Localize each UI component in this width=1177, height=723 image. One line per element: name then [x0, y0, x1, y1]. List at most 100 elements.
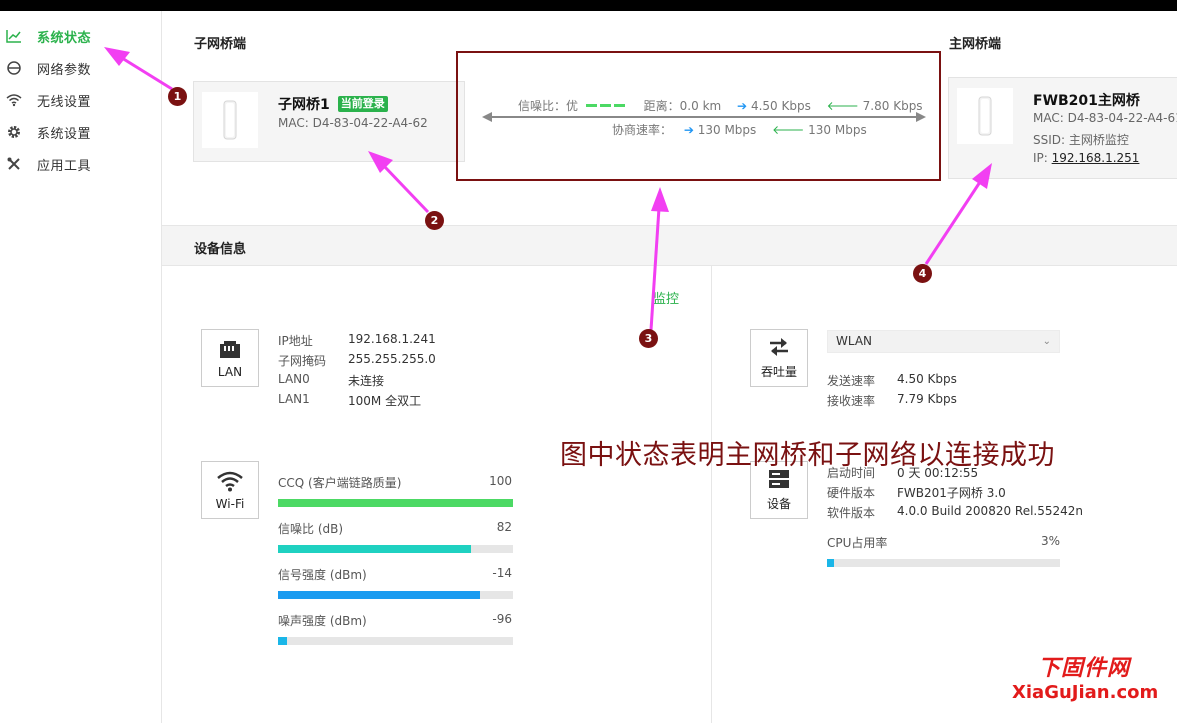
- lan-value: 192.168.1.241: [348, 332, 436, 346]
- bridge-device-image: [202, 92, 258, 148]
- snr-bar-value: 82: [496, 520, 512, 534]
- lan-value: 100M 全双工: [348, 394, 422, 408]
- main-bridge-ip: IP: 192.168.1.251: [1033, 151, 1139, 165]
- lan-key: IP地址: [278, 334, 313, 348]
- bridge-device-image: [957, 88, 1013, 144]
- watermark-bottom: XiaGuJian.com: [1012, 682, 1159, 703]
- noise-label: 噪声强度 (dBm): [278, 614, 367, 628]
- tx-arrow-icon: ➔: [737, 99, 748, 113]
- tx-negotiated: 130 Mbps: [697, 123, 757, 137]
- device-key: 软件版本: [827, 506, 876, 520]
- window-top-bar: [0, 0, 1177, 11]
- main-bridge-mac: MAC: D4-83-04-22-A4-61: [1033, 111, 1177, 125]
- snr-bar-fill: [278, 545, 471, 553]
- tools-icon: [6, 156, 22, 172]
- wifi-icon-box: Wi-Fi: [201, 461, 259, 519]
- sidebar-item-label: 应用工具: [37, 158, 92, 174]
- annotation-text: 图中状态表明主网桥和子网络以连接成功: [560, 440, 1055, 471]
- watermark: 下固件网 XiaGuJian.com: [1012, 650, 1172, 720]
- tx-rate: 4.50 Kbps: [750, 99, 811, 113]
- noise-bar: [278, 637, 513, 645]
- link-row-2: 协商速率： ➔ 130 Mbps 🡐 130 Mbps: [612, 121, 867, 138]
- interface-select[interactable]: WLAN ⌄: [827, 330, 1060, 353]
- main-bridge-card: FWB201主网桥 MAC: D4-83-04-22-A4-61 SSID: 主…: [948, 77, 1177, 179]
- sidebar-item-label: 网络参数: [37, 62, 92, 78]
- main-bridge-ip-link[interactable]: 192.168.1.251: [1052, 151, 1140, 165]
- main-bridge-title: 主网桥端: [949, 37, 1002, 52]
- snr-label: 信噪比：优: [518, 99, 579, 113]
- sidebar-item-wireless[interactable]: 无线设置: [0, 86, 161, 114]
- device-key: 硬件版本: [827, 486, 876, 500]
- link-status-box: [456, 51, 941, 181]
- ccq-label: CCQ (客户端链路质量): [278, 476, 402, 490]
- sidebar: 系统状态 网络参数 无线设置 系统设置 应用工具: [0, 11, 162, 723]
- cpu-bar: [827, 559, 1060, 567]
- noise-bar-fill: [278, 637, 288, 645]
- client-bridge-name: 子网桥1 当前登录: [278, 94, 388, 114]
- throughput-value: 7.79 Kbps: [897, 392, 957, 406]
- main-bridge-ssid: SSID: 主网桥监控: [1033, 133, 1129, 147]
- sidebar-item-network-params[interactable]: 网络参数: [0, 54, 161, 82]
- lan-key: 子网掩码: [278, 354, 327, 368]
- annotation-marker-2: 2: [425, 211, 444, 230]
- sidebar-item-system-settings[interactable]: 系统设置: [0, 118, 161, 146]
- chart-line-icon: [6, 28, 22, 44]
- sidebar-item-label: 无线设置: [37, 94, 92, 110]
- client-bridge-card: 子网桥1 当前登录 MAC: D4-83-04-22-A4-62: [193, 81, 465, 162]
- annotation-marker-4: 4: [913, 264, 932, 283]
- throughput-value: 4.50 Kbps: [897, 372, 957, 386]
- lan-icon-box: LAN: [201, 329, 259, 387]
- negotiated-label: 协商速率：: [612, 123, 673, 137]
- rx-arrow-icon: 🡐: [826, 99, 859, 113]
- snr-indicator: [585, 103, 626, 107]
- lan-key: LAN0: [278, 372, 310, 386]
- snr-bar-label: 信噪比 (dB): [278, 522, 344, 536]
- device-caption: 设备: [766, 497, 791, 511]
- sidebar-item-label: 系统设置: [37, 126, 92, 142]
- interface-select-value: WLAN: [836, 334, 873, 348]
- device-value: 4.0.0 Build 200820 Rel.55242n: [897, 504, 1084, 518]
- signal-strength-label: 信号强度 (dBm): [278, 568, 367, 582]
- device-info-title: 设备信息: [194, 242, 247, 257]
- cpu-bar-fill: [827, 559, 834, 567]
- signal-strength-bar-fill: [278, 591, 481, 599]
- monitor-link[interactable]: 监控: [653, 288, 679, 307]
- chevron-down-icon: ⌄: [1042, 336, 1051, 347]
- rx-rate: 7.80 Kbps: [862, 99, 923, 113]
- sidebar-item-app-tools[interactable]: 应用工具: [0, 150, 161, 178]
- snr-bar: [278, 545, 513, 553]
- throughput-key: 发送速率: [827, 374, 876, 388]
- sidebar-item-system-status[interactable]: 系统状态: [0, 22, 161, 50]
- cpu-label: CPU占用率: [827, 536, 888, 550]
- ccq-value: 100: [489, 474, 512, 488]
- annotation-marker-1: 1: [168, 87, 187, 106]
- lan-caption: LAN: [217, 364, 243, 379]
- distance-text: 距离：0.0 km: [643, 99, 722, 113]
- device-info-header: [162, 225, 1177, 266]
- annotation-marker-3: 3: [639, 329, 658, 348]
- rx-negotiated: 130 Mbps: [808, 123, 867, 137]
- ip-label: IP:: [1033, 151, 1052, 165]
- column-divider: [711, 266, 712, 723]
- watermark-top: 下固件网: [1038, 656, 1131, 681]
- gear-icon: [6, 124, 22, 140]
- current-login-badge: 当前登录: [337, 96, 388, 112]
- noise-value: -96: [492, 612, 512, 626]
- throughput-icon-box: 吞吐量: [750, 329, 808, 387]
- cpu-value: 3%: [1040, 534, 1060, 548]
- annotation-arrow-2: [382, 164, 430, 214]
- link-row-1: 信噪比：优 距离：0.0 km ➔ 4.50 Kbps 🡐 7.80 Kbps: [518, 97, 923, 114]
- main-bridge-name: FWB201主网桥: [1033, 93, 1140, 109]
- annotation-arrowhead-3: [651, 187, 669, 212]
- signal-strength-bar: [278, 591, 513, 599]
- sidebar-item-label: 系统状态: [37, 30, 92, 46]
- device-value: FWB201子网桥 3.0: [897, 486, 1006, 500]
- wifi-icon: [6, 92, 22, 108]
- ccq-bar: [278, 499, 513, 507]
- ethernet-port-icon: [217, 338, 243, 363]
- ccq-bar-fill: [278, 499, 513, 507]
- lan-value: 255.255.255.0: [348, 352, 436, 366]
- rx-arrow-icon: 🡐: [772, 123, 805, 137]
- wifi-icon: [217, 470, 243, 495]
- swap-arrows-icon: [766, 336, 792, 361]
